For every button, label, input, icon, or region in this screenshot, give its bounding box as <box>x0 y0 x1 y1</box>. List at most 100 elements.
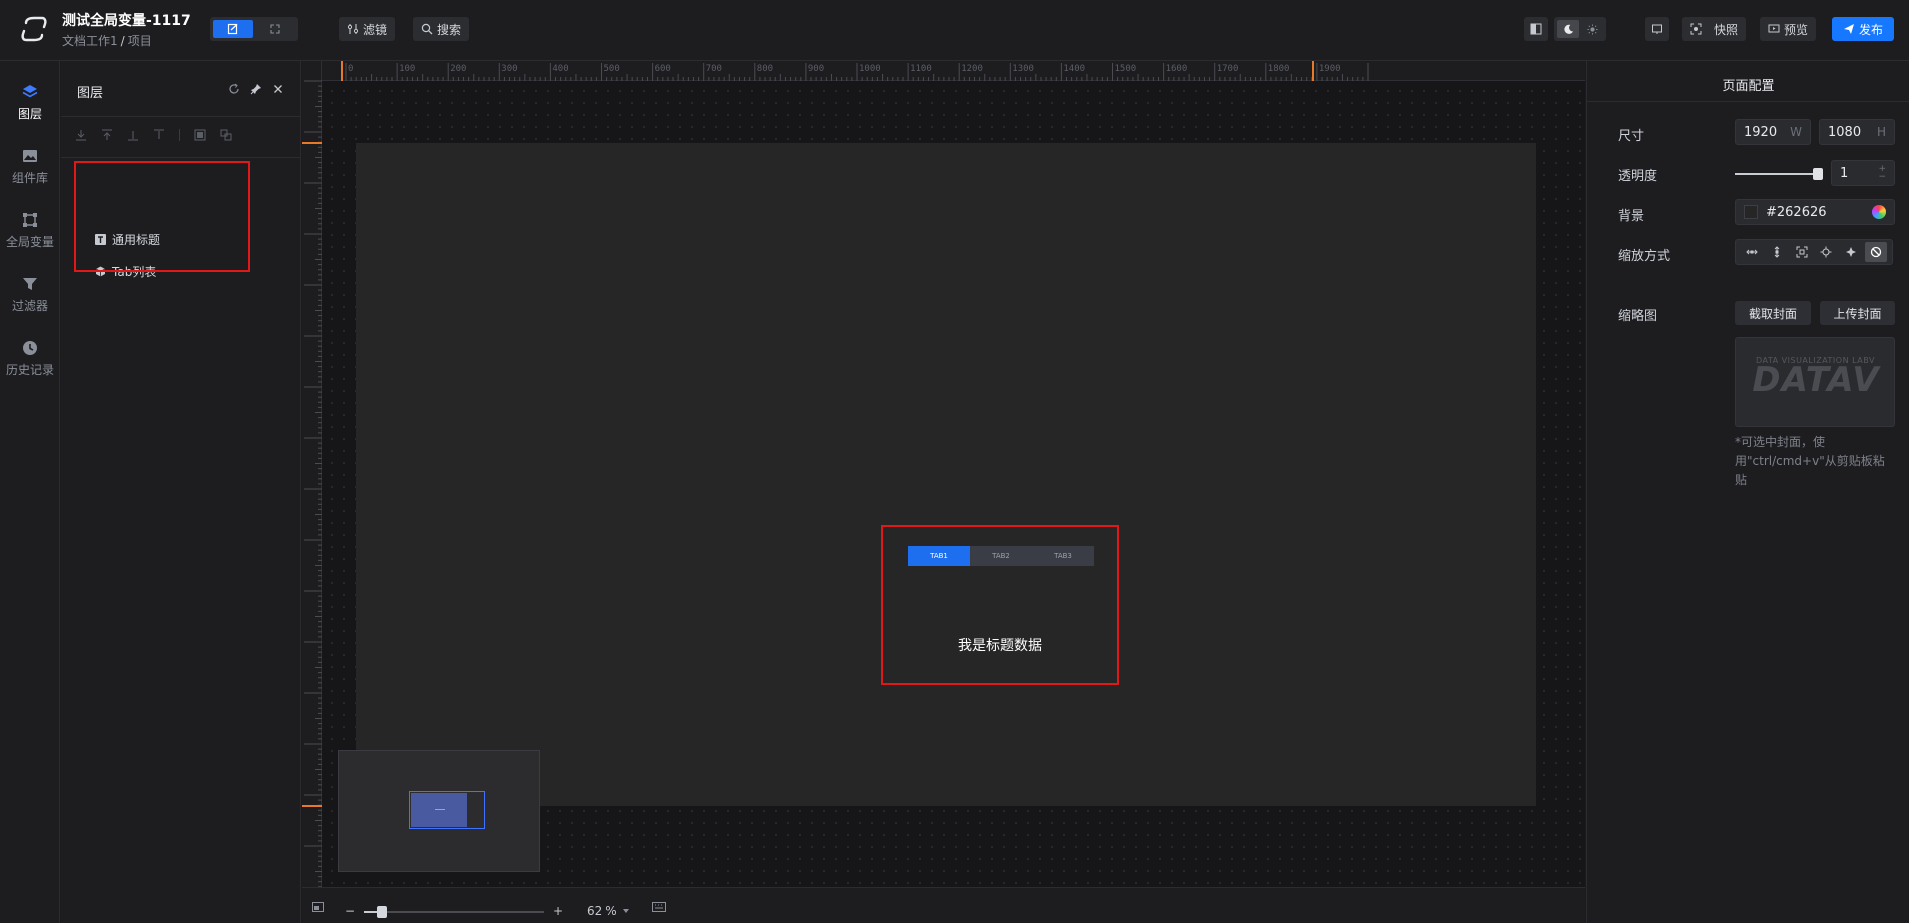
ruler-label: 300 <box>501 64 518 74</box>
ruler-label: 1600 <box>1165 64 1188 74</box>
nav-label-components: 组件库 <box>11 171 48 185</box>
center-icon <box>1820 246 1832 258</box>
nav-item-history[interactable]: 历史记录 <box>0 339 60 395</box>
send-icon <box>1843 24 1854 34</box>
scale-mode-label: 缩放方式 <box>1618 249 1671 264</box>
scale-fit-width-button[interactable] <box>1741 242 1763 262</box>
opacity-slider[interactable] <box>1735 173 1819 175</box>
ruler-label: 1700 <box>1216 64 1239 74</box>
ruler-top[interactable]: 0 100 200 300 400 500 600 700 800 900 1000 1100 1200… <box>302 61 1585 81</box>
caret-down-icon[interactable] <box>622 908 630 914</box>
capture-cover-button[interactable]: 截取封面 <box>1735 301 1811 325</box>
datav-logo-icon[interactable] <box>20 15 48 43</box>
height-suffix: H <box>1876 125 1886 139</box>
zoom-in-button[interactable]: + <box>553 904 563 918</box>
ruler-label: 600 <box>654 64 671 74</box>
minimap-viewport[interactable] <box>409 791 485 829</box>
component-library-icon <box>23 150 37 162</box>
search-button[interactable]: 搜索 <box>413 17 470 41</box>
page-width-input[interactable]: 1920 W <box>1735 119 1811 145</box>
breadcrumb-workspace[interactable]: 文档工作1 <box>62 34 118 48</box>
align-toolbar <box>75 129 232 141</box>
layers-panel-tools <box>228 83 284 95</box>
preview-mode-button[interactable] <box>255 20 295 38</box>
global-variable-icon <box>23 213 37 227</box>
ruler-label: 1000 <box>859 64 881 74</box>
pin-icon[interactable] <box>250 83 262 95</box>
scale-fit-height-button[interactable] <box>1766 242 1788 262</box>
toolbar-divider <box>179 129 180 141</box>
preview-button[interactable]: 预览 <box>1760 17 1817 41</box>
filter-label: 滤镜 <box>363 22 388 37</box>
nav-item-layers[interactable]: 图层 <box>0 83 60 139</box>
scale-stretch-button[interactable] <box>1840 242 1862 262</box>
zoom-unit: % <box>605 904 617 918</box>
ungroup-icon[interactable] <box>220 129 232 141</box>
tab-1[interactable]: TAB1 <box>908 546 970 566</box>
minimap[interactable] <box>338 750 540 872</box>
move-top-icon[interactable] <box>101 129 113 141</box>
scale-center-button[interactable] <box>1815 242 1837 262</box>
move-up-icon[interactable] <box>153 129 165 141</box>
edit-icon <box>227 23 238 35</box>
background-color-input[interactable]: #262626 <box>1735 199 1895 225</box>
canvas-area[interactable]: TAB1 TAB2 TAB3 我是标题数据 0 100 200 300 400 500 60… <box>302 61 1585 887</box>
ruler-label: 1800 <box>1267 64 1290 74</box>
nav-item-components[interactable]: 组件库 <box>0 147 60 203</box>
close-icon[interactable] <box>272 83 284 95</box>
tab-component-highlight[interactable]: TAB1 TAB2 TAB3 我是标题数据 <box>881 525 1119 685</box>
scale-fill-button[interactable] <box>1791 242 1813 262</box>
minimap-toggle-icon[interactable] <box>312 902 324 912</box>
tab-2[interactable]: TAB2 <box>970 546 1032 566</box>
cover-paste-hint: *可选中封面，使用"ctrl/cmd+v"从剪贴板粘贴 <box>1735 435 1885 487</box>
cover-thumbnail[interactable]: DATA VISUALIZATION LABV DATAV <box>1735 337 1895 427</box>
dark-theme-button[interactable] <box>1557 20 1579 38</box>
title-component[interactable]: 我是标题数据 <box>883 635 1117 655</box>
page-config-title: 页面配置 <box>1722 79 1775 94</box>
upload-cover-button[interactable]: 上传封面 <box>1820 301 1895 325</box>
layers-icon <box>22 85 38 98</box>
artboard[interactable]: TAB1 TAB2 TAB3 我是标题数据 <box>356 143 1536 806</box>
snapshot-button[interactable]: 快照 <box>1682 17 1747 41</box>
zoom-value[interactable]: 62% <box>587 904 617 918</box>
publish-button[interactable]: 发布 <box>1832 17 1894 41</box>
background-color-swatch[interactable] <box>1744 205 1758 219</box>
keyboard-icon[interactable] <box>652 902 666 912</box>
ruler-left[interactable] <box>302 61 322 887</box>
screen-button[interactable] <box>1645 17 1669 41</box>
opacity-input[interactable]: 1 + − <box>1831 160 1895 186</box>
move-down-icon[interactable] <box>127 129 139 141</box>
size-label: 尺寸 <box>1618 129 1645 144</box>
opacity-stepper-icon[interactable]: + − <box>1878 165 1886 182</box>
panel-layout-button[interactable] <box>1524 17 1548 41</box>
breadcrumb-project[interactable]: 项目 <box>128 34 152 48</box>
filter-button[interactable]: 滤镜 <box>339 17 396 41</box>
page-height-input[interactable]: 1080 H <box>1819 119 1895 145</box>
tab-3[interactable]: TAB3 <box>1032 546 1094 566</box>
project-title[interactable]: 测试全局变量-1117 <box>62 10 191 30</box>
tab-list-component[interactable]: TAB1 TAB2 TAB3 <box>908 546 1094 566</box>
fit-height-icon <box>1774 246 1780 258</box>
group-icon[interactable] <box>194 129 206 141</box>
nav-label-history: 历史记录 <box>5 363 54 377</box>
zoom-slider[interactable] <box>364 906 544 918</box>
zoom-slider-handle[interactable] <box>377 906 387 918</box>
zoom-out-button[interactable]: − <box>345 904 355 918</box>
opacity-slider-handle[interactable] <box>1813 168 1823 180</box>
light-theme-button[interactable] <box>1581 20 1603 38</box>
ruler-label: 900 <box>807 64 825 74</box>
edit-mode-button[interactable] <box>213 20 253 38</box>
refresh-icon[interactable] <box>228 83 240 95</box>
move-bottom-icon[interactable] <box>75 129 87 141</box>
thumbnail-logo-text: DATAV <box>1752 360 1880 400</box>
nav-item-filters[interactable]: 过滤器 <box>0 275 60 331</box>
minimap-artboard <box>411 793 467 827</box>
zoom-number: 62 <box>587 904 603 918</box>
nav-item-global-variables[interactable]: 全局变量 <box>0 211 60 267</box>
color-picker-icon[interactable] <box>1872 205 1886 219</box>
expand-icon <box>270 24 280 34</box>
nav-label-layers: 图层 <box>17 107 42 121</box>
filter-icon <box>23 278 37 290</box>
scale-none-button[interactable] <box>1864 242 1887 262</box>
snapshot-icon <box>1690 23 1702 35</box>
